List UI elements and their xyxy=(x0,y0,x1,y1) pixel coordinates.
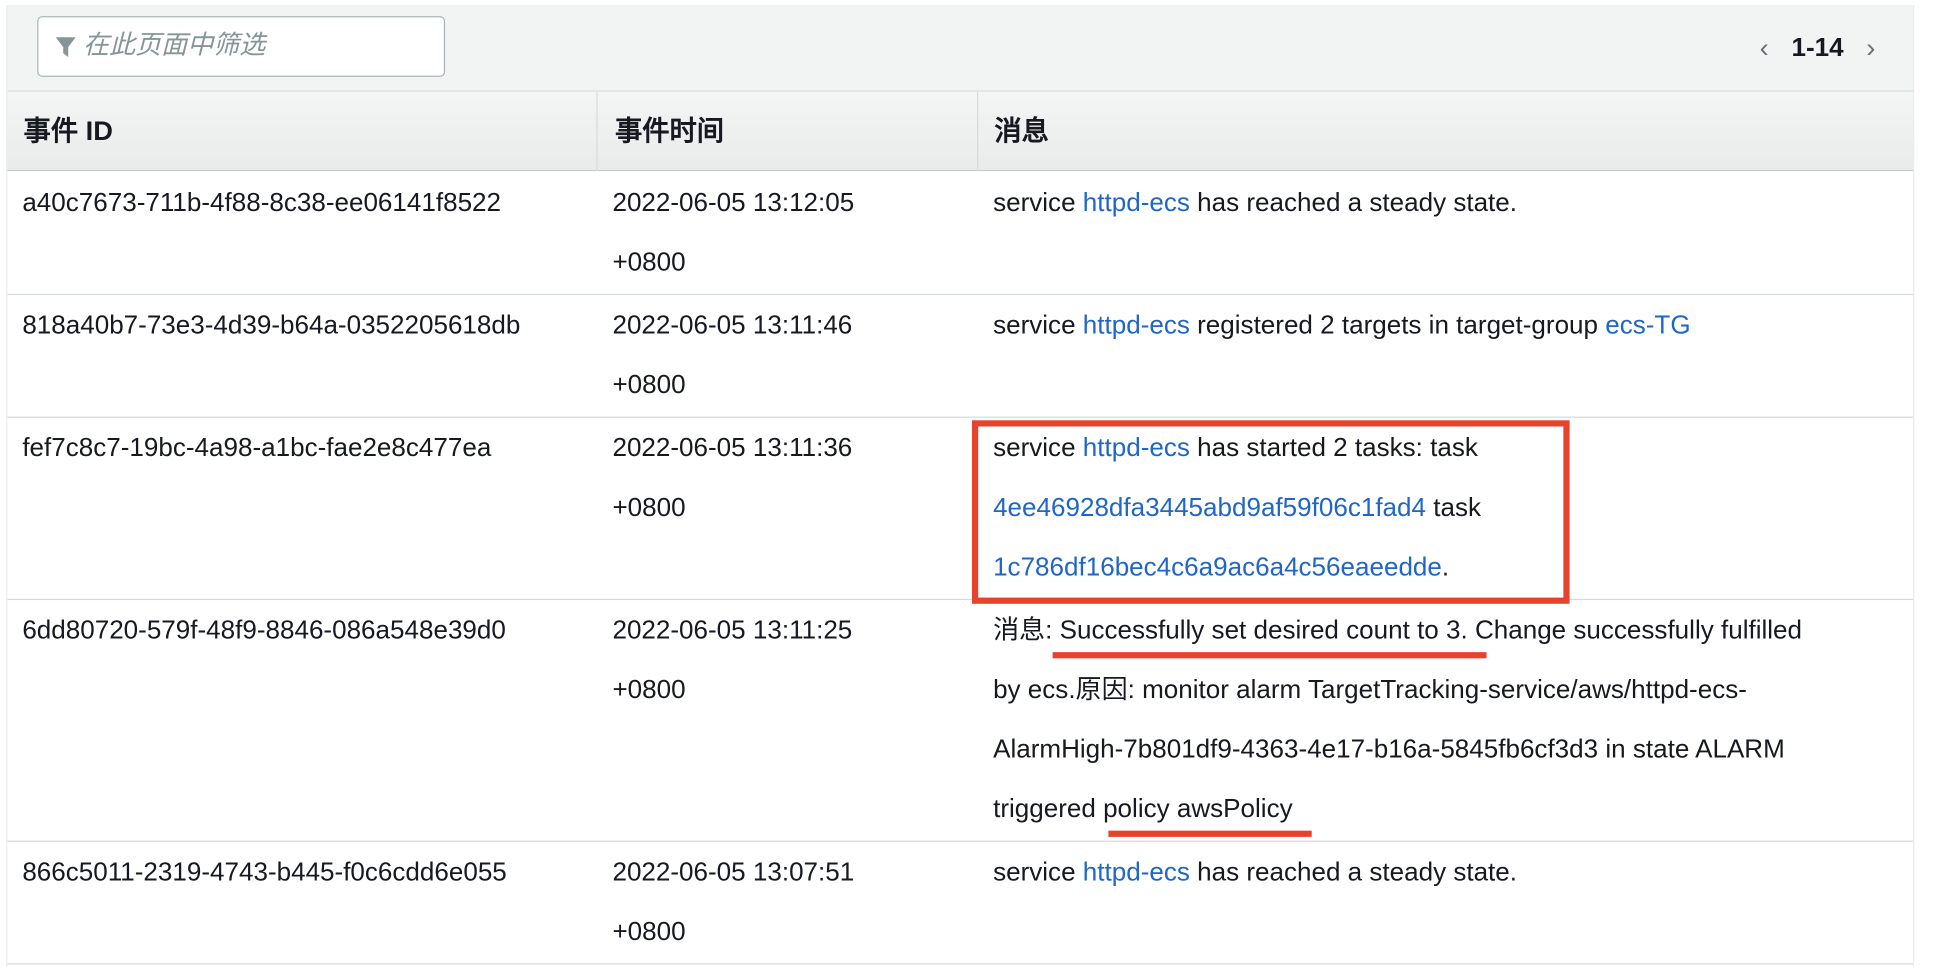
event-time-date: 2022-06-05 13:11:25 xyxy=(612,616,853,645)
event-message: service httpd-ecs has started 2 tasks: t… xyxy=(993,419,1898,598)
event-time: 2022-06-05 13:12:05 +0800 xyxy=(612,174,972,293)
event-time-tz: +0800 xyxy=(612,917,686,946)
chevron-left-icon[interactable]: ‹ xyxy=(1749,32,1779,64)
message-text: task xyxy=(1426,493,1481,522)
event-time-tz: +0800 xyxy=(612,247,686,277)
event-id: fef7c8c7-19bc-4a98-a1bc-fae2e8c477ea xyxy=(22,433,492,463)
task-link[interactable]: 4ee46928dfa3445abd9af59f06c1fad4 xyxy=(993,493,1426,522)
event-time: 2022-06-05 13:11:46 +0800 xyxy=(612,296,972,415)
message-line: 消息: Successfully set desired count to 3.… xyxy=(993,616,1803,645)
pagination: ‹ 1-14 › xyxy=(1749,30,1885,67)
event-message: 消息: Successfully set desired count to 3.… xyxy=(993,601,1898,839)
column-header-event-time[interactable]: 事件时间 xyxy=(598,91,979,172)
message-text: . xyxy=(1441,552,1450,582)
event-time: 2022-06-05 13:11:25 +0800 xyxy=(612,601,972,720)
chevron-right-icon[interactable]: › xyxy=(1856,32,1886,64)
message-text: has reached a steady state. xyxy=(1189,857,1518,887)
table-row: 818a40b7-73e3-4d39-b64a-0352205618db 202… xyxy=(7,295,1914,418)
message-text: registered 2 targets in target-group xyxy=(1189,311,1606,340)
table-row: a40c7673-711b-4f88-8c38-ee06141f8522 202… xyxy=(7,172,1914,296)
message-text: service xyxy=(993,857,1083,887)
page-range: 1-14 xyxy=(1791,33,1844,62)
event-time: 2022-06-05 13:07:51 +0800 xyxy=(612,843,972,962)
event-message: service httpd-ecs has reached a steady s… xyxy=(993,843,1898,903)
event-time-tz: +0800 xyxy=(612,493,686,522)
table-row: fef7c8c7-19bc-4a98-a1bc-fae2e8c477ea 202… xyxy=(7,418,1914,604)
event-time-date: 2022-06-05 13:12:05 xyxy=(612,188,855,217)
table-row: 866c5011-2319-4743-b445-f0c6cdd6e055 202… xyxy=(7,842,1914,965)
events-table-screenshot: ‹ 1-14 › 事件 ID 事件时间 消息 a40c7673-711b-4f8… xyxy=(0,0,1944,967)
table-toolbar: ‹ 1-14 › xyxy=(7,4,1914,92)
event-time: 2022-06-05 13:11:36 +0800 xyxy=(612,419,972,538)
event-message: service httpd-ecs has reached a steady s… xyxy=(993,174,1898,234)
table-header: 事件 ID 事件时间 消息 xyxy=(7,91,1914,172)
event-time-date: 2022-06-05 13:11:46 xyxy=(612,311,853,340)
column-header-message[interactable]: 消息 xyxy=(978,92,1913,171)
service-link[interactable]: httpd-ecs xyxy=(1083,858,1190,887)
event-id: 818a40b7-73e3-4d39-b64a-0352205618db xyxy=(22,311,521,340)
target-group-link[interactable]: ecs-TG xyxy=(1605,311,1690,340)
service-link[interactable]: httpd-ecs xyxy=(1083,188,1190,217)
service-link[interactable]: httpd-ecs xyxy=(1083,311,1190,340)
message-text: has started 2 tasks: task xyxy=(1189,433,1478,463)
task-link[interactable]: 1c786df16bec4c6a9ac6a4c56eaeedde xyxy=(993,553,1442,582)
column-header-event-id[interactable]: 事件 ID xyxy=(7,91,598,172)
funnel-icon xyxy=(55,37,76,58)
table-row: 6dd80720-579f-48f9-8846-086a548e39d0 202… xyxy=(7,600,1914,842)
filter-box[interactable] xyxy=(37,16,446,77)
message-line: triggered policy awsPolicy xyxy=(993,794,1293,824)
message-text: service xyxy=(993,311,1083,340)
message-text: has reached a steady state. xyxy=(1189,188,1518,217)
event-id: a40c7673-711b-4f88-8c38-ee06141f8522 xyxy=(22,188,502,217)
events-panel: ‹ 1-14 › 事件 ID 事件时间 消息 a40c7673-711b-4f8… xyxy=(6,4,1915,967)
filter-input[interactable] xyxy=(83,27,431,65)
service-link[interactable]: httpd-ecs xyxy=(1083,434,1190,463)
message-line: by ecs.原因: monitor alarm TargetTracking-… xyxy=(993,675,1747,705)
event-message: service httpd-ecs registered 2 targets i… xyxy=(993,296,1898,356)
event-time-date: 2022-06-05 13:11:36 xyxy=(612,433,853,463)
event-id: 6dd80720-579f-48f9-8846-086a548e39d0 xyxy=(22,616,506,645)
event-time-tz: +0800 xyxy=(612,675,686,705)
event-time-tz: +0800 xyxy=(612,370,686,400)
message-line: AlarmHigh-7b801df9-4363-4e17-b16a-5845fb… xyxy=(993,735,1785,764)
message-text: service xyxy=(993,433,1083,463)
message-text: service xyxy=(993,188,1083,217)
event-time-date: 2022-06-05 13:07:51 xyxy=(612,857,855,887)
event-id: 866c5011-2319-4743-b445-f0c6cdd6e055 xyxy=(22,857,507,887)
